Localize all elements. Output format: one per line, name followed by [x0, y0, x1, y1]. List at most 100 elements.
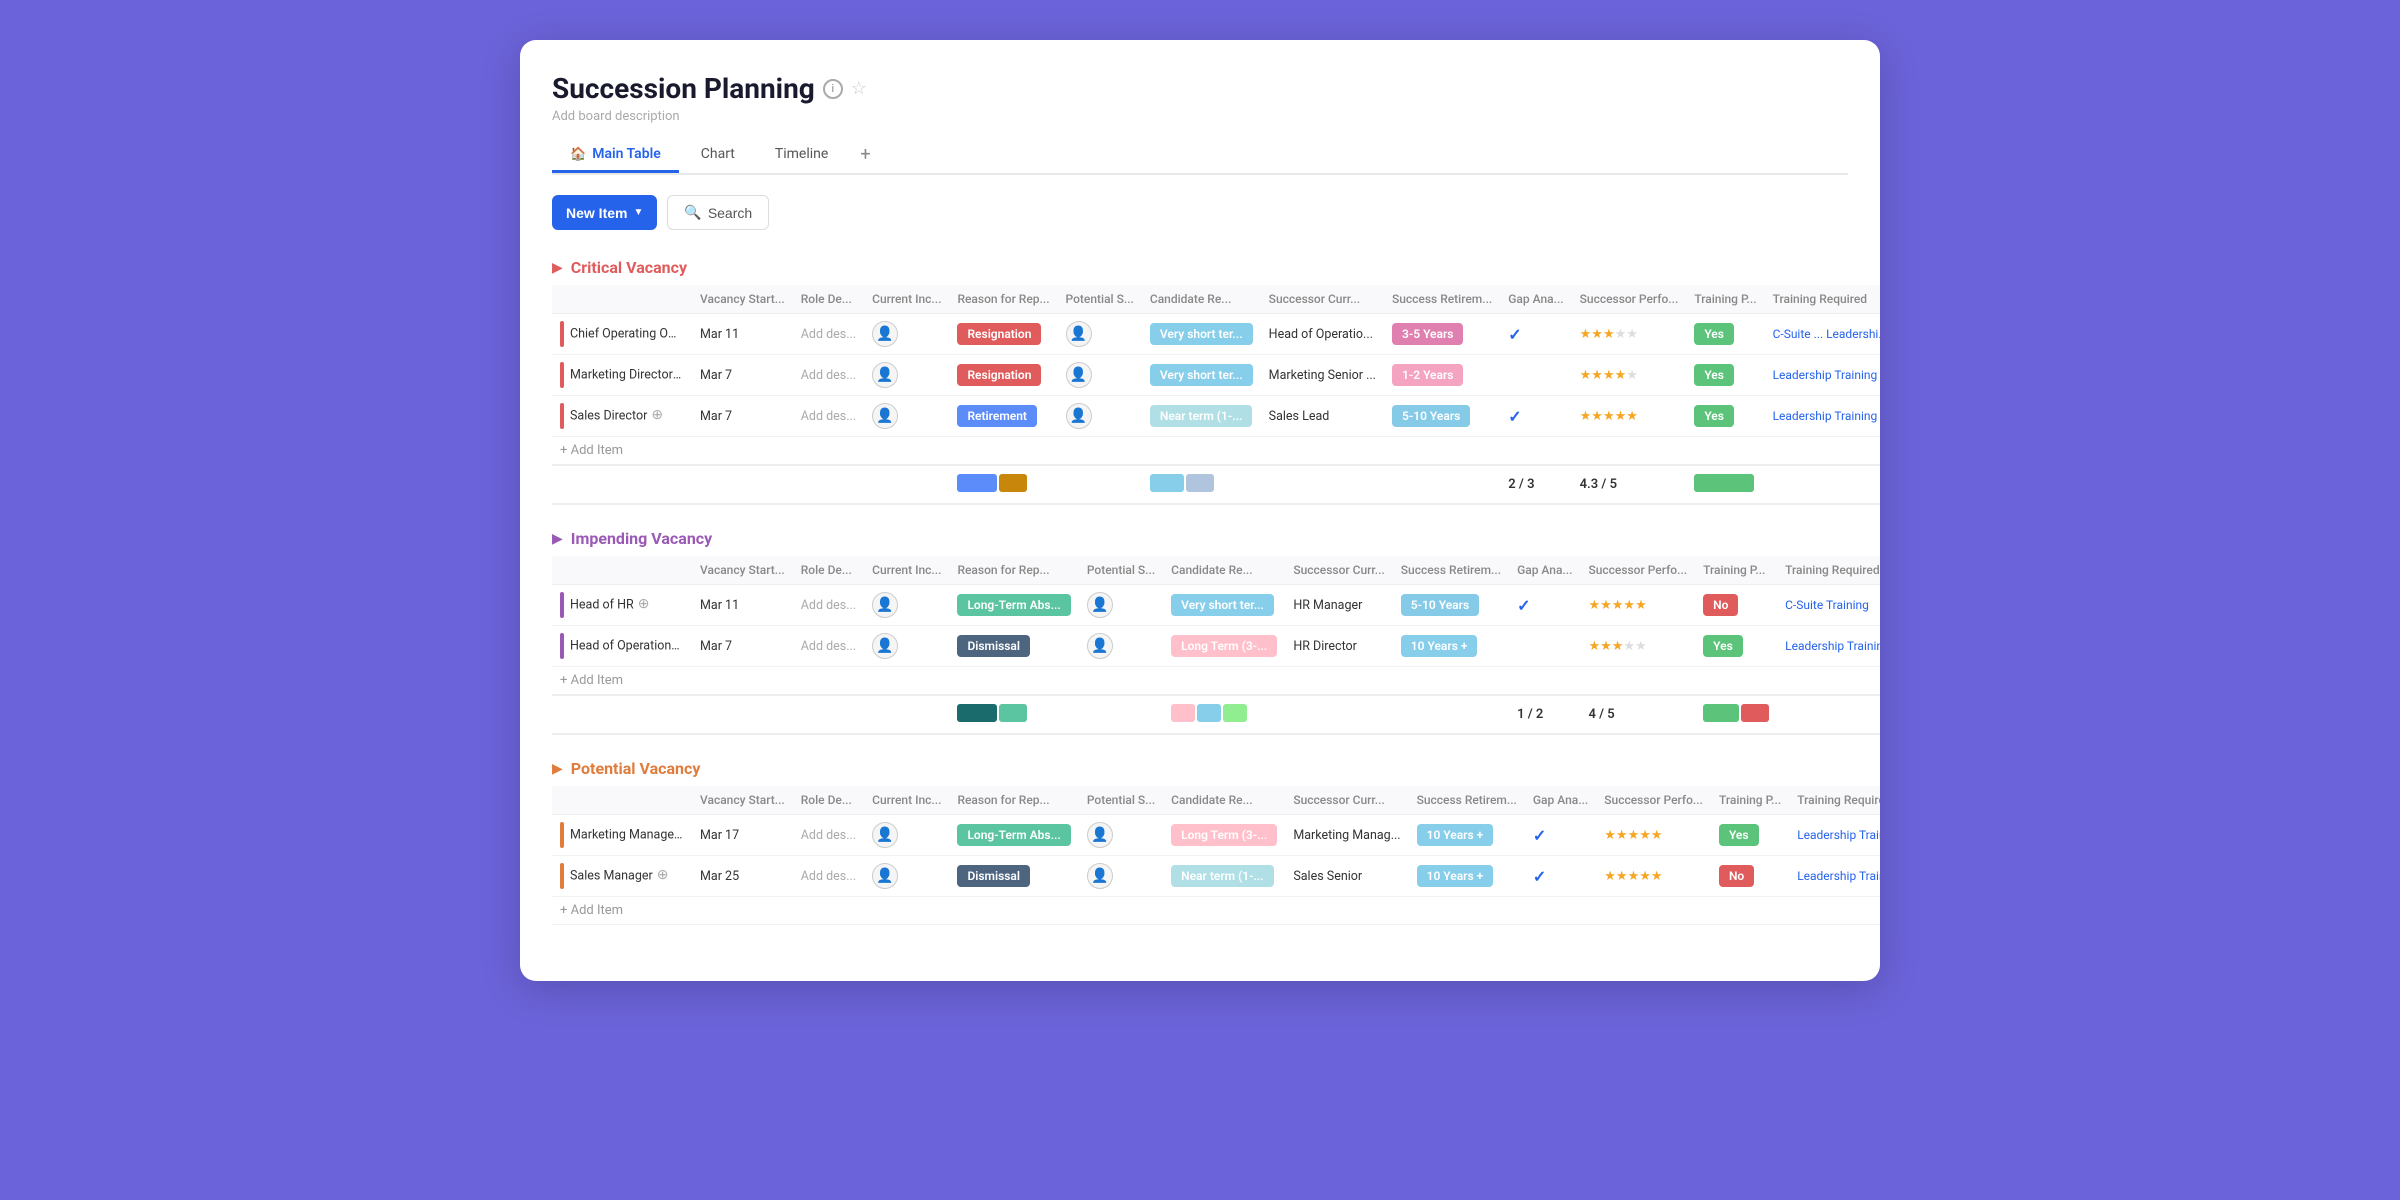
training-link[interactable]: C-Suite ... Leadershi. [1773, 327, 1880, 341]
successor-current: Marketing Senior ... [1261, 355, 1384, 396]
training-required[interactable]: Leadership Training [1777, 626, 1880, 667]
add-item-label[interactable]: + Add Item [552, 437, 1880, 466]
tab-chart[interactable]: Chart [683, 138, 753, 173]
row-name[interactable]: Head of HR⊕ [552, 585, 692, 626]
training-required[interactable]: Leadership Training [1789, 856, 1880, 897]
reason-label: Dismissal [957, 635, 1030, 657]
add-icon[interactable]: ⊕ [638, 596, 650, 612]
vacancy-start: Mar 7 [692, 396, 793, 437]
role-desc[interactable]: Add des... [793, 626, 864, 667]
current-incumbent: 👤 [864, 396, 949, 437]
new-item-button[interactable]: New Item ▼ [552, 195, 657, 230]
gap-analysis: ✓ [1525, 856, 1596, 897]
board-description[interactable]: Add board description [552, 109, 1848, 124]
role-desc[interactable]: Add des... [793, 585, 864, 626]
potential-avatar: 👤 [1087, 633, 1113, 659]
reason-label: Resignation [957, 323, 1041, 345]
readiness-chip: Near term (1-... [1171, 865, 1274, 887]
section-title-critical[interactable]: Critical Vacancy [571, 258, 687, 277]
training-priority: Yes [1686, 314, 1764, 355]
row-name[interactable]: Marketing Director⊕ [552, 355, 692, 396]
table-impending: Vacancy Start...Role De...Current Inc...… [552, 556, 1880, 735]
gap-analysis: ✓ [1525, 815, 1596, 856]
current-incumbent: 👤 [864, 314, 949, 355]
potential-avatar: 👤 [1066, 362, 1092, 388]
training-link[interactable]: Leadership Training [1797, 869, 1880, 883]
tabs-row: 🏠 Main Table Chart Timeline + [552, 136, 1848, 175]
section-toggle-critical[interactable]: ▶ [552, 260, 563, 276]
page-title: Succession Planning [552, 72, 815, 105]
potential-successor: 👤 [1058, 355, 1142, 396]
table-row[interactable]: Head of Operations⊕Mar 7Add des...👤Dismi… [552, 626, 1880, 667]
tab-main-table[interactable]: 🏠 Main Table [552, 138, 679, 173]
add-icon[interactable]: ⊕ [682, 637, 692, 653]
add-item-row[interactable]: + Add Item [552, 667, 1880, 696]
row-name[interactable]: Sales Director⊕ [552, 396, 692, 437]
star-icon[interactable]: ☆ [851, 78, 867, 99]
gap-check: ✓ [1533, 826, 1546, 845]
gap-analysis: ✓ [1500, 396, 1571, 437]
training-required[interactable]: C-Suite ... Leadershi. [1765, 314, 1880, 355]
candidate-readiness: Long Term (3-... [1163, 626, 1285, 667]
title-row: Succession Planning i ☆ [552, 72, 1848, 105]
section-title-potential[interactable]: Potential Vacancy [571, 759, 701, 778]
info-icon[interactable]: i [823, 79, 843, 99]
role-desc[interactable]: Add des... [793, 856, 864, 897]
add-icon[interactable]: ⊕ [677, 366, 689, 382]
add-item-row[interactable]: + Add Item [552, 437, 1880, 466]
role-desc[interactable]: Add des... [793, 396, 864, 437]
training-link[interactable]: Leadership Training [1773, 409, 1878, 423]
summary-row: 2 / 34.3 / 5 [552, 465, 1880, 504]
person-avatar: 👤 [872, 403, 898, 429]
gap-analysis: ✓ [1509, 585, 1580, 626]
add-tab-button[interactable]: + [850, 136, 880, 173]
role-desc[interactable]: Add des... [793, 355, 864, 396]
section-toggle-potential[interactable]: ▶ [552, 761, 563, 777]
section-title-impending[interactable]: Impending Vacancy [571, 529, 712, 548]
training-link[interactable]: Leadership Training [1785, 639, 1880, 653]
training-link[interactable]: Leadership Training [1797, 828, 1880, 842]
row-name[interactable]: Chief Operating Offi...⊕ [552, 314, 692, 355]
add-item-row[interactable]: + Add Item [552, 897, 1880, 925]
table-row[interactable]: Sales Director⊕Mar 7Add des...👤Retiremen… [552, 396, 1880, 437]
tab-timeline[interactable]: Timeline [757, 138, 846, 173]
training-required[interactable]: C-Suite Training [1777, 585, 1880, 626]
row-name[interactable]: Marketing Manager⊕ [552, 815, 692, 856]
summary-reason-blocks [949, 465, 1057, 504]
training-required[interactable]: Leadership Training [1765, 355, 1880, 396]
training-link[interactable]: Leadership Training [1773, 368, 1878, 382]
table-row[interactable]: Marketing Manager⊕Mar 17Add des...👤Long-… [552, 815, 1880, 856]
reason-badge: Dismissal [949, 856, 1078, 897]
section-impending: ▶ Impending Vacancy Vacancy Start...Role… [552, 529, 1848, 735]
training-link[interactable]: C-Suite Training [1785, 598, 1869, 612]
table-critical: Vacancy Start...Role De...Current Inc...… [552, 285, 1880, 505]
training-required[interactable]: Leadership Training [1789, 815, 1880, 856]
row-name[interactable]: Sales Manager⊕ [552, 856, 692, 897]
retirement-chip: 5-10 Years [1384, 396, 1500, 437]
search-button[interactable]: 🔍 Search [667, 195, 769, 230]
table-row[interactable]: Marketing Director⊕Mar 7Add des...👤Resig… [552, 355, 1880, 396]
add-item-label[interactable]: + Add Item [552, 667, 1880, 696]
add-icon[interactable]: ⊕ [682, 826, 692, 842]
candidate-readiness: Very short ter... [1142, 355, 1261, 396]
retirement-label: 10 Years + [1417, 865, 1494, 887]
table-row[interactable]: Chief Operating Offi...⊕Mar 11Add des...… [552, 314, 1880, 355]
current-incumbent: 👤 [864, 815, 949, 856]
role-desc[interactable]: Add des... [793, 815, 864, 856]
potential-successor: 👤 [1079, 626, 1163, 667]
add-icon[interactable]: ⊕ [651, 407, 663, 423]
row-name[interactable]: Head of Operations⊕ [552, 626, 692, 667]
training-priority: Yes [1711, 815, 1789, 856]
training-required[interactable]: Leadership Training [1765, 396, 1880, 437]
table-row[interactable]: Head of HR⊕Mar 11Add des...👤Long-Term Ab… [552, 585, 1880, 626]
successor-current: Sales Senior [1285, 856, 1408, 897]
section-toggle-impending[interactable]: ▶ [552, 531, 563, 547]
perf-stars: ★★★★★ [1572, 355, 1687, 396]
gap-check: ✓ [1533, 867, 1546, 886]
reason-label: Long-Term Abs... [957, 594, 1070, 616]
role-desc[interactable]: Add des... [793, 314, 864, 355]
add-icon[interactable]: ⊕ [657, 867, 669, 883]
gap-check: ✓ [1508, 407, 1521, 426]
table-row[interactable]: Sales Manager⊕Mar 25Add des...👤Dismissal… [552, 856, 1880, 897]
add-item-label[interactable]: + Add Item [552, 897, 1880, 925]
